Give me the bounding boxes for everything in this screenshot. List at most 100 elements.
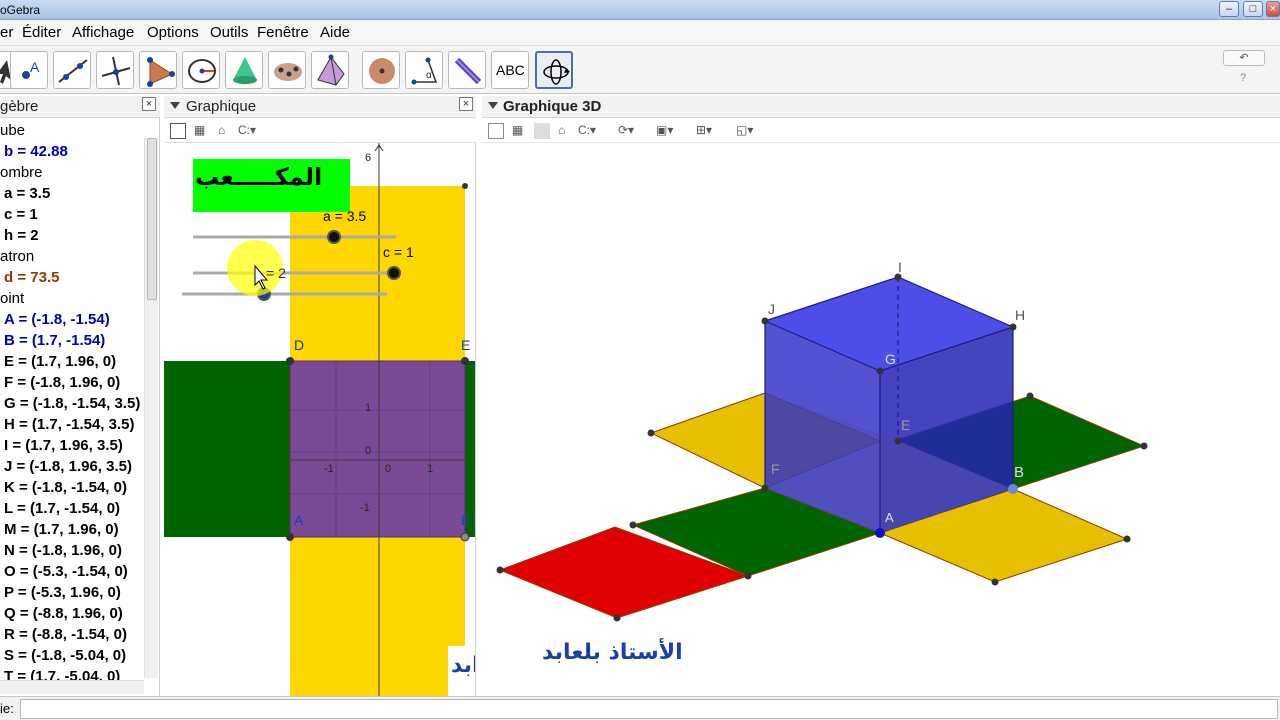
close-graphique-icon[interactable]: × [459, 97, 473, 111]
geogebra-window: oGebra – □ × er Éditer Affichage Options… [0, 0, 1280, 720]
toolbar: A α ABC [0, 46, 1280, 94]
home-icon[interactable]: ⌂ [218, 123, 225, 137]
point-tool-button[interactable]: A [10, 51, 48, 89]
axis-tick-x0: 0 [385, 463, 392, 475]
point-E[interactable] [461, 357, 469, 365]
algebra-object-row[interactable]: E = (1.7, 1.96, 0) [4, 353, 116, 373]
input-field[interactable] [20, 699, 1278, 719]
menu-outils[interactable]: Outils [210, 24, 248, 41]
pyramid-tool-button[interactable] [311, 51, 349, 89]
algebra-category[interactable]: atron [0, 248, 34, 268]
abc-text-icon: ABC [496, 62, 525, 78]
close-window-button[interactable]: × [1266, 1, 1280, 17]
axes-3d-toggle-icon[interactable] [488, 123, 504, 139]
algebra-object-row[interactable]: P = (-5.3, 1.96, 0) [4, 584, 121, 604]
algebra-category[interactable]: ombre [0, 164, 43, 184]
slider-a-label: a = 3.5 [323, 208, 367, 224]
angle-tool-button[interactable]: α [405, 51, 443, 89]
minimize-button[interactable]: – [1219, 1, 1239, 17]
algebra-object-row[interactable]: b = 42.88 [4, 143, 68, 163]
perpendicular-icon [101, 56, 131, 86]
algebra-object-row[interactable]: Q = (-8.8, 1.96, 0) [4, 605, 123, 625]
algebra-object-row[interactable]: L = (1.7, -1.54, 0) [4, 500, 120, 520]
algebra-object-row[interactable]: h = 2 [4, 227, 39, 247]
point-B[interactable] [460, 532, 470, 542]
grid-3d-toggle-icon[interactable]: ▦ [512, 123, 523, 137]
algebra-object-row[interactable]: S = (-1.8, -5.04, 0) [4, 647, 126, 667]
point-capture-icon[interactable]: C:▾ [238, 123, 256, 137]
point-D[interactable] [286, 357, 294, 365]
algebra-vertical-scrollbar[interactable] [144, 138, 158, 678]
scrollbar-thumb[interactable] [147, 138, 157, 300]
menu-fichier[interactable]: er [0, 24, 13, 41]
algebra-object-row[interactable]: d = 73.5 [4, 269, 59, 289]
corner-point[interactable] [462, 183, 468, 189]
line-tool-button[interactable] [53, 51, 91, 89]
text-tool-button[interactable]: ABC [491, 51, 529, 89]
point-A-3d[interactable] [875, 528, 885, 538]
algebra-category[interactable]: oint [0, 290, 24, 310]
axes-toggle-icon[interactable] [170, 123, 186, 139]
point-capture-3d-icon[interactable]: C:▾ [578, 123, 596, 137]
axes-view-icon[interactable]: ⊞▾ [696, 123, 712, 137]
polygon-tool-button[interactable] [139, 51, 177, 89]
pyramid-icon [317, 54, 345, 86]
maximize-button[interactable]: □ [1243, 1, 1263, 17]
algebra-object-row[interactable]: A = (-1.8, -1.54) [4, 311, 110, 331]
collapse-triangle-3d-icon[interactable] [488, 102, 498, 109]
algebra-object-row[interactable]: I = (1.7, 1.96, 3.5) [4, 437, 123, 457]
rotate-animation-icon[interactable]: ⟳▾ [618, 123, 634, 137]
menu-fenetre[interactable]: Fenêtre [257, 24, 309, 41]
algebra-object-row[interactable]: M = (1.7, 1.96, 0) [4, 521, 119, 541]
algebra-object-row[interactable]: N = (-1.8, 1.96, 0) [4, 542, 122, 562]
circle-tool-button[interactable] [182, 51, 220, 89]
menu-options[interactable]: Options [147, 24, 199, 41]
axis-tick-1: 1 [365, 402, 372, 414]
algebra-header: gèbre × [0, 96, 160, 118]
slider-c-handle[interactable] [387, 266, 401, 280]
axis-tick-xminus1: -1 [324, 463, 334, 475]
algebra-object-row[interactable]: R = (-8.8, -1.54, 0) [4, 626, 127, 646]
reflect-tool-button[interactable] [448, 51, 486, 89]
algebra-object-row[interactable]: F = (-1.8, 1.96, 0) [4, 374, 120, 394]
algebra-view: ube b = 42.88 ombre a = 3.5 c = 1h = 2 atron d… [0, 118, 160, 696]
graphique-view[interactable]: المكـــــعب a = 3.5 c = 1 = 2 D E A B 6 … [164, 143, 476, 696]
perpendicular-tool-button[interactable] [96, 51, 134, 89]
point-A[interactable] [286, 533, 294, 541]
algebra-object-row[interactable]: G = (-1.8, -1.54, 3.5) [4, 395, 140, 415]
slider-a-handle[interactable] [327, 230, 341, 244]
graphique3d-style-bar: ▦ ⌂ C:▾ ⟳▾ ▣▾ ⊞▾ ◱▾ [482, 119, 1280, 143]
algebra-category[interactable]: ube [0, 122, 25, 142]
algebra-object-row[interactable]: a = 3.5 [4, 185, 50, 205]
algebra-object-row[interactable]: O = (-5.3, -1.54, 0) [4, 563, 128, 583]
conic-tool-button[interactable] [268, 51, 306, 89]
grid-toggle-icon[interactable]: ▦ [194, 123, 205, 137]
menu-aide[interactable]: Aide [320, 24, 350, 41]
projection-icon[interactable]: ◱▾ [736, 123, 753, 137]
algebra-object-row[interactable]: J = (-1.8, 1.96, 3.5) [4, 458, 132, 478]
algebra-object-row[interactable]: c = 1 [4, 206, 38, 226]
algebra-horizontal-scrollbar[interactable] [0, 680, 144, 694]
clipping-icon[interactable]: ▣▾ [656, 123, 673, 137]
label-A-3d: A [885, 510, 894, 525]
graphique3d-title: Graphique 3D [503, 98, 602, 115]
algebra-object-row[interactable]: B = (1.7, -1.54) [4, 332, 105, 352]
sphere-tool-button[interactable] [362, 51, 400, 89]
menu-affichage[interactable]: Affichage [72, 24, 134, 41]
home-3d-icon[interactable]: ⌂ [558, 123, 565, 137]
label-I-3d: I [898, 259, 902, 275]
rotate-view-tool-button[interactable] [535, 51, 573, 89]
collapse-triangle-icon[interactable] [170, 102, 180, 109]
signature-text: الأستاذ بلعابد [542, 640, 683, 665]
menu-editer[interactable]: Éditer [22, 24, 61, 41]
plane-toggle-icon[interactable] [534, 123, 550, 139]
label-B-3d: B [1014, 464, 1025, 481]
close-algebra-icon[interactable]: × [142, 97, 156, 111]
undo-button[interactable]: ↶ [1223, 50, 1265, 66]
algebra-object-row[interactable]: K = (-1.8, -1.54, 0) [4, 479, 127, 499]
help-icon[interactable]: ? [1240, 72, 1246, 84]
point-B-3d[interactable] [1008, 484, 1018, 494]
graphique3d-view[interactable]: I J H G E F A B الأستاذ بلعابد [482, 143, 1280, 696]
cone-tool-button[interactable] [225, 51, 263, 89]
algebra-object-row[interactable]: H = (1.7, -1.54, 3.5) [4, 416, 134, 436]
